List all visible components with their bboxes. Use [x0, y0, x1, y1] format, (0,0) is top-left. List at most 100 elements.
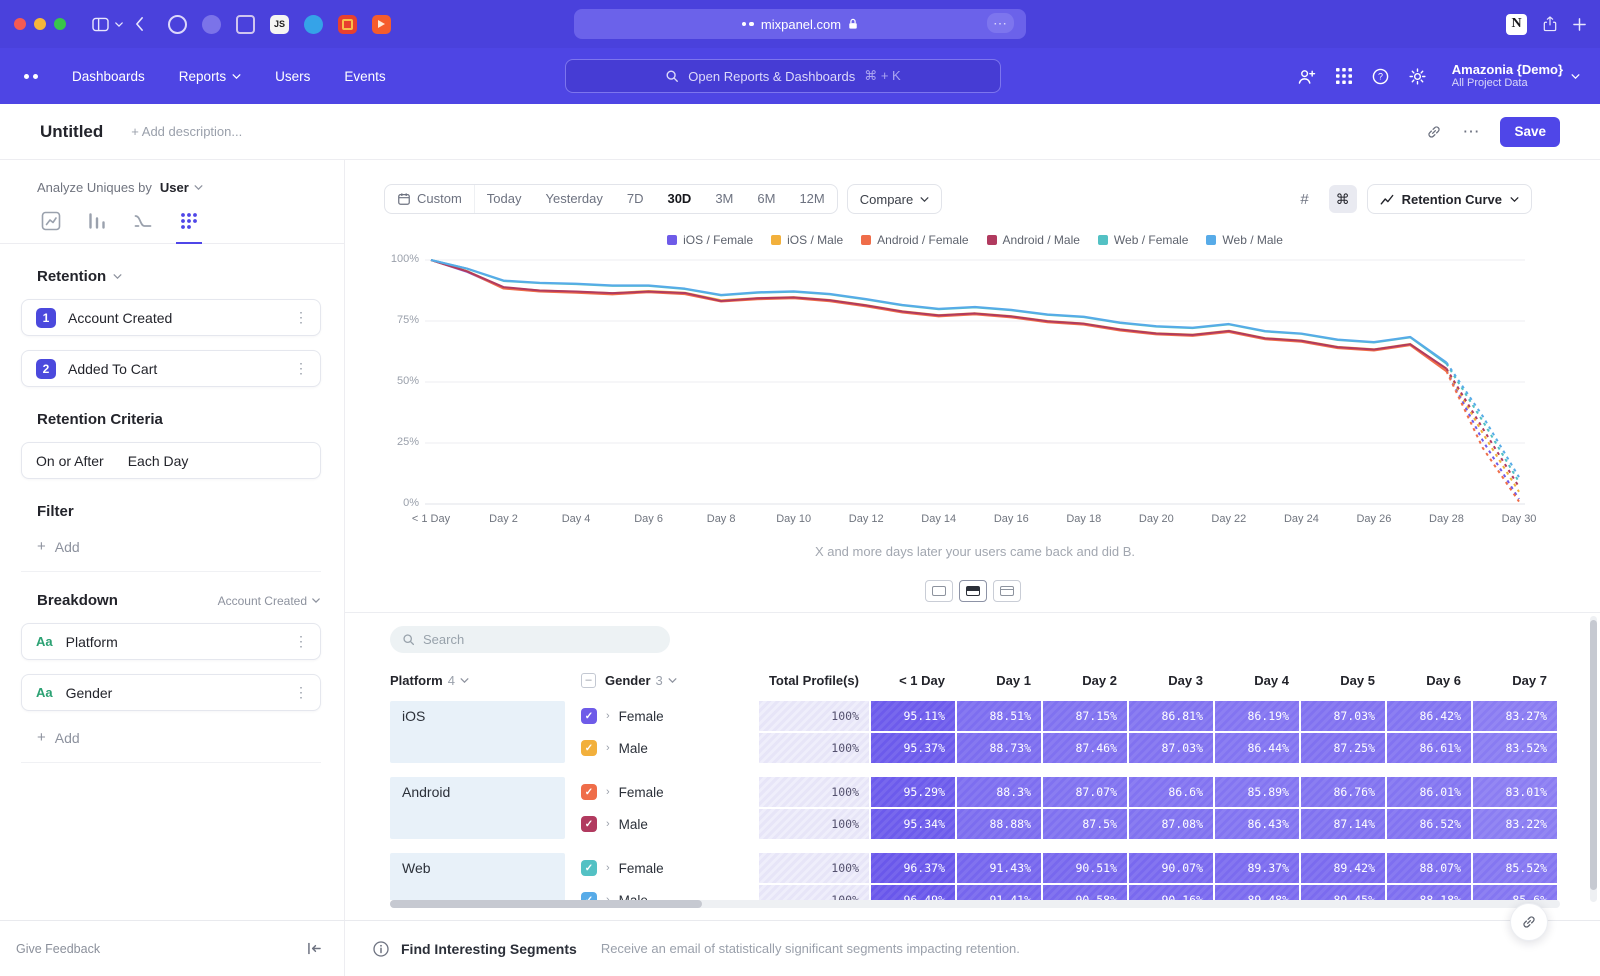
notion-extension-icon[interactable]: N: [1506, 14, 1527, 35]
retention-value-cell[interactable]: 83.27%: [1473, 701, 1557, 731]
tab-flows[interactable]: [130, 211, 156, 243]
retention-value-cell[interactable]: 90.51%: [1043, 853, 1127, 883]
step-card-b[interactable]: 2 Added To Cart ⋮: [21, 350, 321, 387]
vertical-scrollbar[interactable]: [1590, 616, 1597, 902]
collapse-sidebar-icon[interactable]: [307, 942, 322, 955]
retention-value-cell[interactable]: 85.52%: [1473, 853, 1557, 883]
tab-retention[interactable]: [176, 211, 202, 244]
legend-item[interactable]: Web / Male: [1206, 233, 1282, 247]
gender-cell[interactable]: ✓›Male: [567, 885, 757, 900]
retention-value-cell[interactable]: 95.37%: [871, 733, 955, 763]
view-split-button[interactable]: [959, 580, 987, 602]
expand-chevron-icon[interactable]: ›: [606, 862, 610, 874]
retention-value-cell[interactable]: 88.07%: [1387, 853, 1471, 883]
tab-funnels[interactable]: [84, 211, 110, 243]
annotations-icon[interactable]: #: [1291, 185, 1319, 213]
retention-value-cell[interactable]: 87.46%: [1043, 733, 1127, 763]
expand-chevron-icon[interactable]: ›: [606, 786, 610, 798]
project-switcher[interactable]: Amazonia {Demo} All Project Data: [1452, 62, 1580, 90]
column-header-day[interactable]: Day 3: [1129, 673, 1213, 688]
scrollbar-thumb[interactable]: [1590, 620, 1597, 890]
extension-icon[interactable]: [202, 15, 221, 34]
help-icon[interactable]: ?: [1372, 68, 1389, 85]
close-window-icon[interactable]: [14, 18, 26, 30]
more-actions-icon[interactable]: ⋯: [1462, 122, 1480, 142]
share-link-floating-button[interactable]: [1510, 903, 1548, 941]
legend-item[interactable]: Web / Female: [1098, 233, 1188, 247]
step-card-a[interactable]: 1 Account Created ⋮: [21, 299, 321, 336]
horizontal-scrollbar[interactable]: [390, 900, 1560, 908]
mixpanel-logo[interactable]: [24, 74, 38, 79]
platform-cell[interactable]: Web: [390, 853, 565, 900]
retention-value-cell[interactable]: 86.43%: [1215, 809, 1299, 839]
retention-value-cell[interactable]: 88.88%: [957, 809, 1041, 839]
retention-value-cell[interactable]: 88.18%: [1387, 885, 1471, 900]
retention-value-cell[interactable]: 85.6%: [1473, 885, 1557, 900]
retention-value-cell[interactable]: 86.01%: [1387, 777, 1471, 807]
retention-value-cell[interactable]: 83.52%: [1473, 733, 1557, 763]
date-range-yesterday[interactable]: Yesterday: [534, 185, 615, 213]
step-event-label[interactable]: Added To Cart: [68, 361, 157, 377]
add-description[interactable]: + Add description...: [131, 124, 242, 139]
column-header-total[interactable]: Total Profile(s): [759, 673, 869, 688]
retention-section-header[interactable]: Retention: [37, 268, 320, 285]
report-title[interactable]: Untitled: [40, 122, 103, 142]
date-range-today[interactable]: Today: [475, 185, 534, 213]
gender-cell[interactable]: ✓›Female: [567, 777, 757, 807]
nav-item-events[interactable]: Events: [344, 69, 385, 84]
retention-value-cell[interactable]: 87.07%: [1043, 777, 1127, 807]
find-segments-title[interactable]: Find Interesting Segments: [401, 941, 577, 957]
global-search[interactable]: Open Reports & Dashboards ⌘ + K: [565, 59, 1001, 93]
compare-button[interactable]: Compare: [847, 184, 942, 214]
kebab-menu-icon[interactable]: ⋮: [294, 360, 308, 377]
add-filter-button[interactable]: + Add: [37, 538, 320, 555]
expand-chevron-icon[interactable]: ›: [606, 742, 610, 754]
date-range-custom[interactable]: Custom: [385, 185, 475, 213]
retention-value-cell[interactable]: 91.41%: [957, 885, 1041, 900]
extension-icon[interactable]: [304, 15, 323, 34]
browser-sidebar-toggle-icon[interactable]: [92, 17, 109, 32]
retention-value-cell[interactable]: 89.45%: [1301, 885, 1385, 900]
retention-value-cell[interactable]: 87.15%: [1043, 701, 1127, 731]
chart-type-button[interactable]: Retention Curve: [1367, 184, 1532, 214]
row-checkbox[interactable]: ✓: [581, 708, 597, 724]
table-search[interactable]: [390, 626, 670, 653]
legend-item[interactable]: iOS / Female: [667, 233, 753, 247]
minimize-window-icon[interactable]: [34, 18, 46, 30]
settings-gear-icon[interactable]: [1409, 68, 1426, 85]
retention-value-cell[interactable]: 95.34%: [871, 809, 955, 839]
legend-item[interactable]: iOS / Male: [771, 233, 843, 247]
retention-value-cell[interactable]: 88.73%: [957, 733, 1041, 763]
retention-value-cell[interactable]: 86.81%: [1129, 701, 1213, 731]
back-icon[interactable]: [135, 17, 144, 31]
table-search-input[interactable]: [423, 632, 643, 647]
kebab-menu-icon[interactable]: ⋮: [294, 633, 308, 650]
add-breakdown-button[interactable]: + Add: [37, 729, 320, 746]
scrollbar-thumb[interactable]: [390, 900, 702, 908]
row-checkbox[interactable]: ✓: [581, 892, 597, 900]
column-header-day[interactable]: Day 4: [1215, 673, 1299, 688]
retention-value-cell[interactable]: 89.42%: [1301, 853, 1385, 883]
row-checkbox[interactable]: ✓: [581, 784, 597, 800]
column-header-day[interactable]: < 1 Day: [871, 673, 955, 688]
retention-value-cell[interactable]: 87.5%: [1043, 809, 1127, 839]
column-header-day[interactable]: Day 2: [1043, 673, 1127, 688]
fullscreen-window-icon[interactable]: [54, 18, 66, 30]
view-table-only-button[interactable]: [993, 580, 1021, 602]
platform-cell[interactable]: Android: [390, 777, 565, 839]
retention-value-cell[interactable]: 95.29%: [871, 777, 955, 807]
retention-value-cell[interactable]: 96.37%: [871, 853, 955, 883]
retention-value-cell[interactable]: 91.43%: [957, 853, 1041, 883]
analyze-entity[interactable]: User: [160, 180, 189, 195]
retention-value-cell[interactable]: 87.25%: [1301, 733, 1385, 763]
retention-value-cell[interactable]: 87.14%: [1301, 809, 1385, 839]
retention-value-cell[interactable]: 86.76%: [1301, 777, 1385, 807]
select-all-checkbox[interactable]: –: [581, 673, 596, 688]
copy-link-icon[interactable]: [1426, 124, 1442, 140]
more-options-icon[interactable]: ⋯: [987, 13, 1014, 33]
address-bar[interactable]: mixpanel.com ⋯: [574, 9, 1026, 39]
retention-value-cell[interactable]: 83.01%: [1473, 777, 1557, 807]
js-extension-icon[interactable]: JS: [270, 15, 289, 34]
kebab-menu-icon[interactable]: ⋮: [294, 309, 308, 326]
column-header-day[interactable]: Day 7: [1473, 673, 1557, 688]
